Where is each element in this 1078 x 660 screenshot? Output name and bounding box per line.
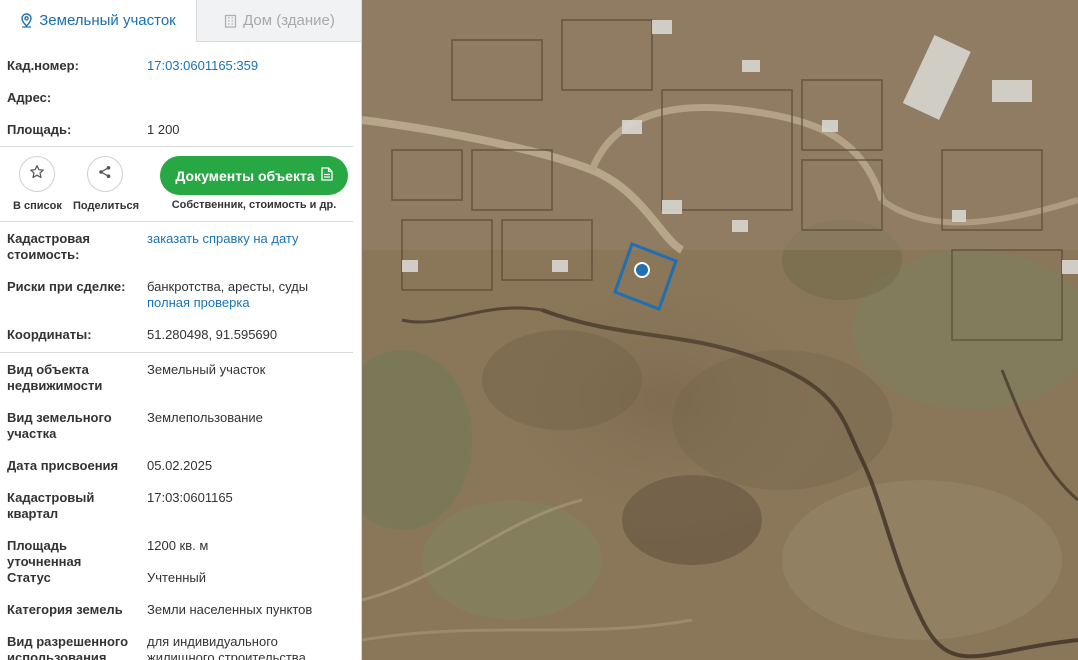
assignment-date-label: Дата присвоения xyxy=(7,458,119,473)
add-to-list-button[interactable] xyxy=(19,156,55,192)
object-type-label: Вид объекта недвижимости xyxy=(7,362,103,393)
permitted-use-value: для индивидуального жилищного строительс… xyxy=(147,634,306,660)
status-label: Статус xyxy=(7,570,51,585)
status-value: Учтенный xyxy=(147,570,207,585)
tab-land-plot-label: Земельный участок xyxy=(39,11,176,29)
share-action[interactable]: Поделиться xyxy=(73,156,140,212)
tab-land-plot[interactable]: Земельный участок xyxy=(0,0,196,42)
cadastral-quarter-label: Кадастровый квартал xyxy=(7,490,95,521)
land-type-value: Землепользование xyxy=(147,410,263,425)
cad-number-link[interactable]: 17:03:0601165:359 xyxy=(147,58,352,74)
address-label: Адрес: xyxy=(7,90,52,105)
order-certificate-link[interactable]: заказать справку на дату xyxy=(147,231,352,247)
deal-risks-value: банкротства, аресты, суды xyxy=(147,279,309,294)
documents-caption: Собственник, стоимость и др. xyxy=(171,199,337,211)
precise-area-label: Площадь уточненная xyxy=(7,538,82,569)
building-icon xyxy=(224,14,237,28)
permitted-use-label: Вид разрешенного использования xyxy=(7,634,129,660)
assignment-date-value: 05.02.2025 xyxy=(147,458,213,473)
share-icon xyxy=(98,165,112,184)
share-label: Поделиться xyxy=(73,200,140,212)
info-panel: Земельный участок Дом (здание) Кад.номер… xyxy=(0,0,362,660)
cad-number-label: Кад.номер: xyxy=(7,58,79,73)
cadastral-cost-label: Кадастровая стоимость: xyxy=(7,231,90,262)
documents-button-label: Документы объекта xyxy=(175,167,315,184)
coordinates-value: 51.280498, 91.595690 xyxy=(147,327,278,342)
divider xyxy=(0,146,353,147)
object-documents-button[interactable]: Документы объекта xyxy=(160,156,348,195)
divider xyxy=(0,352,353,353)
add-to-list-action[interactable]: В список xyxy=(13,156,62,212)
area-label: Площадь: xyxy=(7,122,72,137)
location-pin-icon xyxy=(20,12,33,28)
coordinates-label: Координаты: xyxy=(7,327,92,342)
precise-area-value: 1200 кв. м xyxy=(147,538,209,553)
full-check-link[interactable]: полная проверка xyxy=(147,295,352,311)
land-category-value: Земли населенных пунктов xyxy=(147,602,313,617)
deal-risks-label: Риски при сделке: xyxy=(7,279,126,294)
satellite-imagery xyxy=(362,0,1078,660)
add-to-list-label: В список xyxy=(13,200,62,212)
land-type-label: Вид земельного участка xyxy=(7,410,112,441)
star-icon xyxy=(29,164,45,185)
share-button[interactable] xyxy=(87,156,123,192)
cadastral-quarter-value: 17:03:0601165 xyxy=(147,490,233,505)
tab-house-label: Дом (здание) xyxy=(243,12,335,29)
tab-bar: Земельный участок Дом (здание) xyxy=(0,0,361,42)
object-type-value: Земельный участок xyxy=(147,362,266,377)
document-icon xyxy=(320,167,333,184)
divider xyxy=(0,221,353,222)
parcel-marker[interactable] xyxy=(634,262,650,278)
land-category-label: Категория земель xyxy=(7,602,123,617)
tab-house[interactable]: Дом (здание) xyxy=(196,0,361,42)
area-value: 1 200 xyxy=(147,122,180,137)
satellite-map[interactable] xyxy=(362,0,1078,660)
